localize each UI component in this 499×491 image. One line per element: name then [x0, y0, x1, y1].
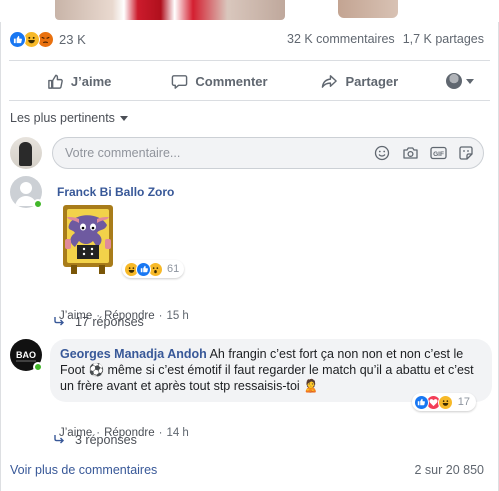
post-card: 23 K 32 K commentaires 1,7 K partages J’… [0, 22, 499, 491]
svg-text:GIF: GIF [433, 151, 444, 158]
camera-icon[interactable] [401, 144, 419, 162]
comment-time[interactable]: 14 h [166, 427, 188, 439]
reply-arrow-icon [53, 433, 65, 447]
comment-reactions[interactable]: 61 [122, 260, 185, 278]
sticker-icon[interactable] [457, 144, 475, 162]
comments-count[interactable]: 32 K commentaires [287, 32, 395, 46]
sticker-image[interactable] [57, 203, 119, 275]
share-button[interactable]: Partager [290, 64, 430, 98]
like-label: J’aime [70, 73, 112, 89]
separator-dot: · [158, 310, 163, 322]
haha-icon [437, 394, 453, 410]
post-photo-edge[interactable] [0, 0, 499, 22]
comments-pagination-count: 2 sur 20 850 [414, 463, 485, 477]
view-replies-link[interactable]: 17 réponses [53, 315, 144, 329]
avatar[interactable] [10, 137, 42, 169]
post-stats: 32 K commentaires 1,7 K partages [287, 32, 484, 46]
post-action-bar: J’aime Commenter Partager [9, 64, 490, 98]
comment-label: Commenter [195, 73, 268, 89]
thumbs-up-icon [48, 74, 63, 89]
post-photo-strip-right [338, 0, 398, 18]
shares-count[interactable]: 1,7 K partages [403, 32, 484, 46]
comment-item: BAO Georges Manadja Andoh Ah frangin c’e… [10, 339, 492, 439]
replies-label: 3 réponses [75, 433, 137, 447]
chevron-down-icon [465, 78, 474, 84]
online-status-dot [33, 199, 43, 209]
reaction-count: 17 [457, 396, 470, 408]
gif-icon[interactable]: GIF [429, 144, 447, 162]
sort-label: Les plus pertinents [10, 111, 115, 125]
emoji-icon[interactable] [373, 144, 391, 162]
share-arrow-icon [322, 74, 338, 88]
share-label: Partager [345, 73, 399, 89]
comment-composer: GIF [10, 136, 484, 170]
comment-author[interactable]: Franck Bi Ballo Zoro [57, 185, 174, 199]
divider [9, 60, 490, 61]
speech-bubble-icon [172, 74, 188, 89]
comment-reactions[interactable]: 17 [411, 393, 476, 411]
comment-input[interactable] [65, 146, 373, 160]
post-reactions[interactable]: 23 K [9, 29, 86, 49]
comment-as-selector[interactable] [430, 73, 490, 89]
replies-label: 17 réponses [75, 315, 144, 329]
like-button[interactable]: J’aime [9, 64, 149, 98]
reply-arrow-icon [53, 315, 65, 329]
comment-time[interactable]: 15 h [166, 310, 188, 322]
view-replies-link[interactable]: 3 réponses [53, 433, 137, 447]
comment-box[interactable]: GIF [52, 137, 484, 169]
profile-avatar-icon [445, 73, 462, 89]
like-icon [136, 261, 151, 277]
composer-tools: GIF [373, 144, 475, 162]
reaction-count: 61 [167, 263, 180, 275]
like-icon [9, 30, 26, 48]
reaction-total[interactable]: 23 K [59, 32, 86, 47]
svg-text:BAO: BAO [16, 350, 36, 360]
post-photo-strip [55, 0, 285, 20]
comment-author[interactable]: Georges Manadja Andoh [60, 347, 207, 361]
online-status-dot [33, 362, 43, 372]
sort-dropdown[interactable]: Les plus pertinents [10, 111, 128, 125]
separator-dot: · [158, 427, 163, 439]
comment-item: Franck Bi Ballo Zoro 61 J’aime · Répondr… [10, 176, 484, 322]
chevron-down-icon [119, 115, 128, 121]
divider [9, 100, 490, 101]
more-comments-link[interactable]: Voir plus de commentaires [10, 463, 157, 477]
comment-button[interactable]: Commenter [149, 64, 289, 98]
like-icon [413, 394, 429, 410]
